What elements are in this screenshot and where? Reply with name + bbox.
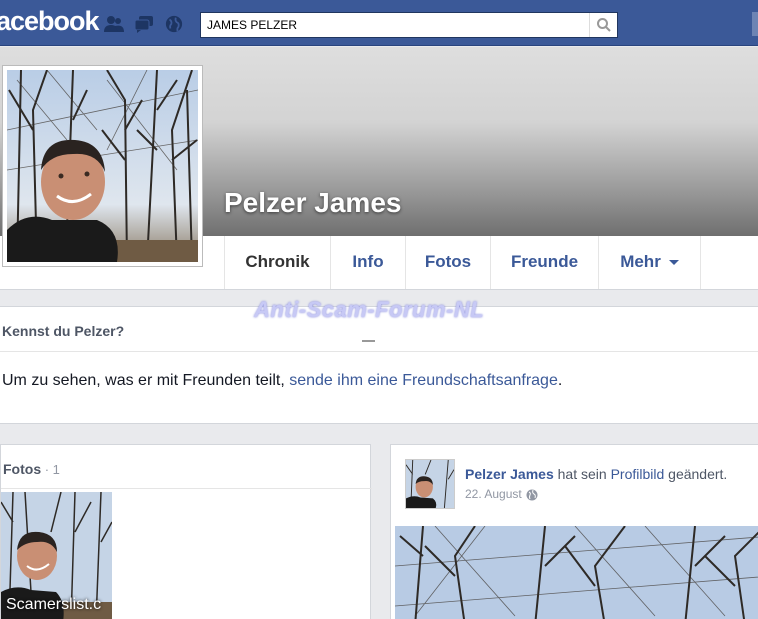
divider xyxy=(0,351,758,352)
post-author-avatar[interactable] xyxy=(405,459,455,509)
top-bar: acebook xyxy=(0,0,758,46)
search-input[interactable] xyxy=(201,13,589,37)
facebook-profile-page: acebook JAMES PELZER Pelzer James Chroni… xyxy=(0,0,758,619)
timeline-post: Pelzer James hat sein Profilbild geänder… xyxy=(390,444,758,619)
photos-count: · 1 xyxy=(41,462,60,477)
photos-title-link[interactable]: Fotos xyxy=(3,461,41,477)
post-action-before: hat sein xyxy=(553,466,611,482)
messages-icon[interactable] xyxy=(134,15,154,33)
post-date: 22. August xyxy=(465,487,538,501)
facebook-logo[interactable]: acebook xyxy=(0,6,100,37)
photos-title: Fotos · 1 xyxy=(3,461,60,477)
profile-photo-image xyxy=(6,69,199,263)
tab-mehr[interactable]: Mehr xyxy=(598,236,701,289)
post-date-link[interactable]: 22. August xyxy=(465,487,522,501)
post-author-link[interactable]: Pelzer James xyxy=(465,466,554,482)
profile-picture-link[interactable]: Profilbild xyxy=(611,466,665,482)
collapse-dash-icon xyxy=(362,340,375,342)
search-icon xyxy=(597,18,611,32)
chevron-down-icon xyxy=(668,260,679,266)
globe-icon xyxy=(526,489,538,501)
know-text-after: . xyxy=(557,372,563,389)
friend-requests-icon[interactable] xyxy=(104,15,124,33)
photos-card: Fotos · 1 xyxy=(0,444,372,619)
profile-picture[interactable] xyxy=(2,65,203,267)
tab-fotos[interactable]: Fotos xyxy=(405,236,490,289)
search-button[interactable] xyxy=(589,13,617,37)
know-text-before: Um zu sehen, was er mit Freunden teilt, xyxy=(2,372,290,389)
tab-info[interactable]: Info xyxy=(330,236,405,289)
divider xyxy=(1,488,372,489)
tab-mehr-label: Mehr xyxy=(620,252,661,271)
post-photo[interactable] xyxy=(395,526,758,619)
user-avatar-thumb[interactable] xyxy=(752,12,758,36)
overlay-watermark: Scamerslist.c xyxy=(6,596,102,613)
tab-freunde[interactable]: Freunde xyxy=(490,236,598,289)
tab-chronik[interactable]: Chronik xyxy=(224,236,330,289)
post-header: Pelzer James hat sein Profilbild geänder… xyxy=(465,466,727,482)
friend-request-link[interactable]: sende ihm eine Freundschaftsanfrage xyxy=(289,372,558,389)
know-box-text: Um zu sehen, was er mit Freunden teilt, … xyxy=(2,372,562,390)
post-action-after: geändert. xyxy=(664,466,728,482)
know-box: Kennst du Pelzer? Um zu sehen, was er mi… xyxy=(0,306,758,424)
profile-name[interactable]: Pelzer James xyxy=(224,187,401,219)
know-box-title: Kennst du Pelzer? xyxy=(2,323,125,339)
search-box xyxy=(200,12,618,38)
notifications-globe-icon[interactable] xyxy=(164,15,184,33)
watermark: Anti-Scam-Forum-NL xyxy=(254,297,485,322)
